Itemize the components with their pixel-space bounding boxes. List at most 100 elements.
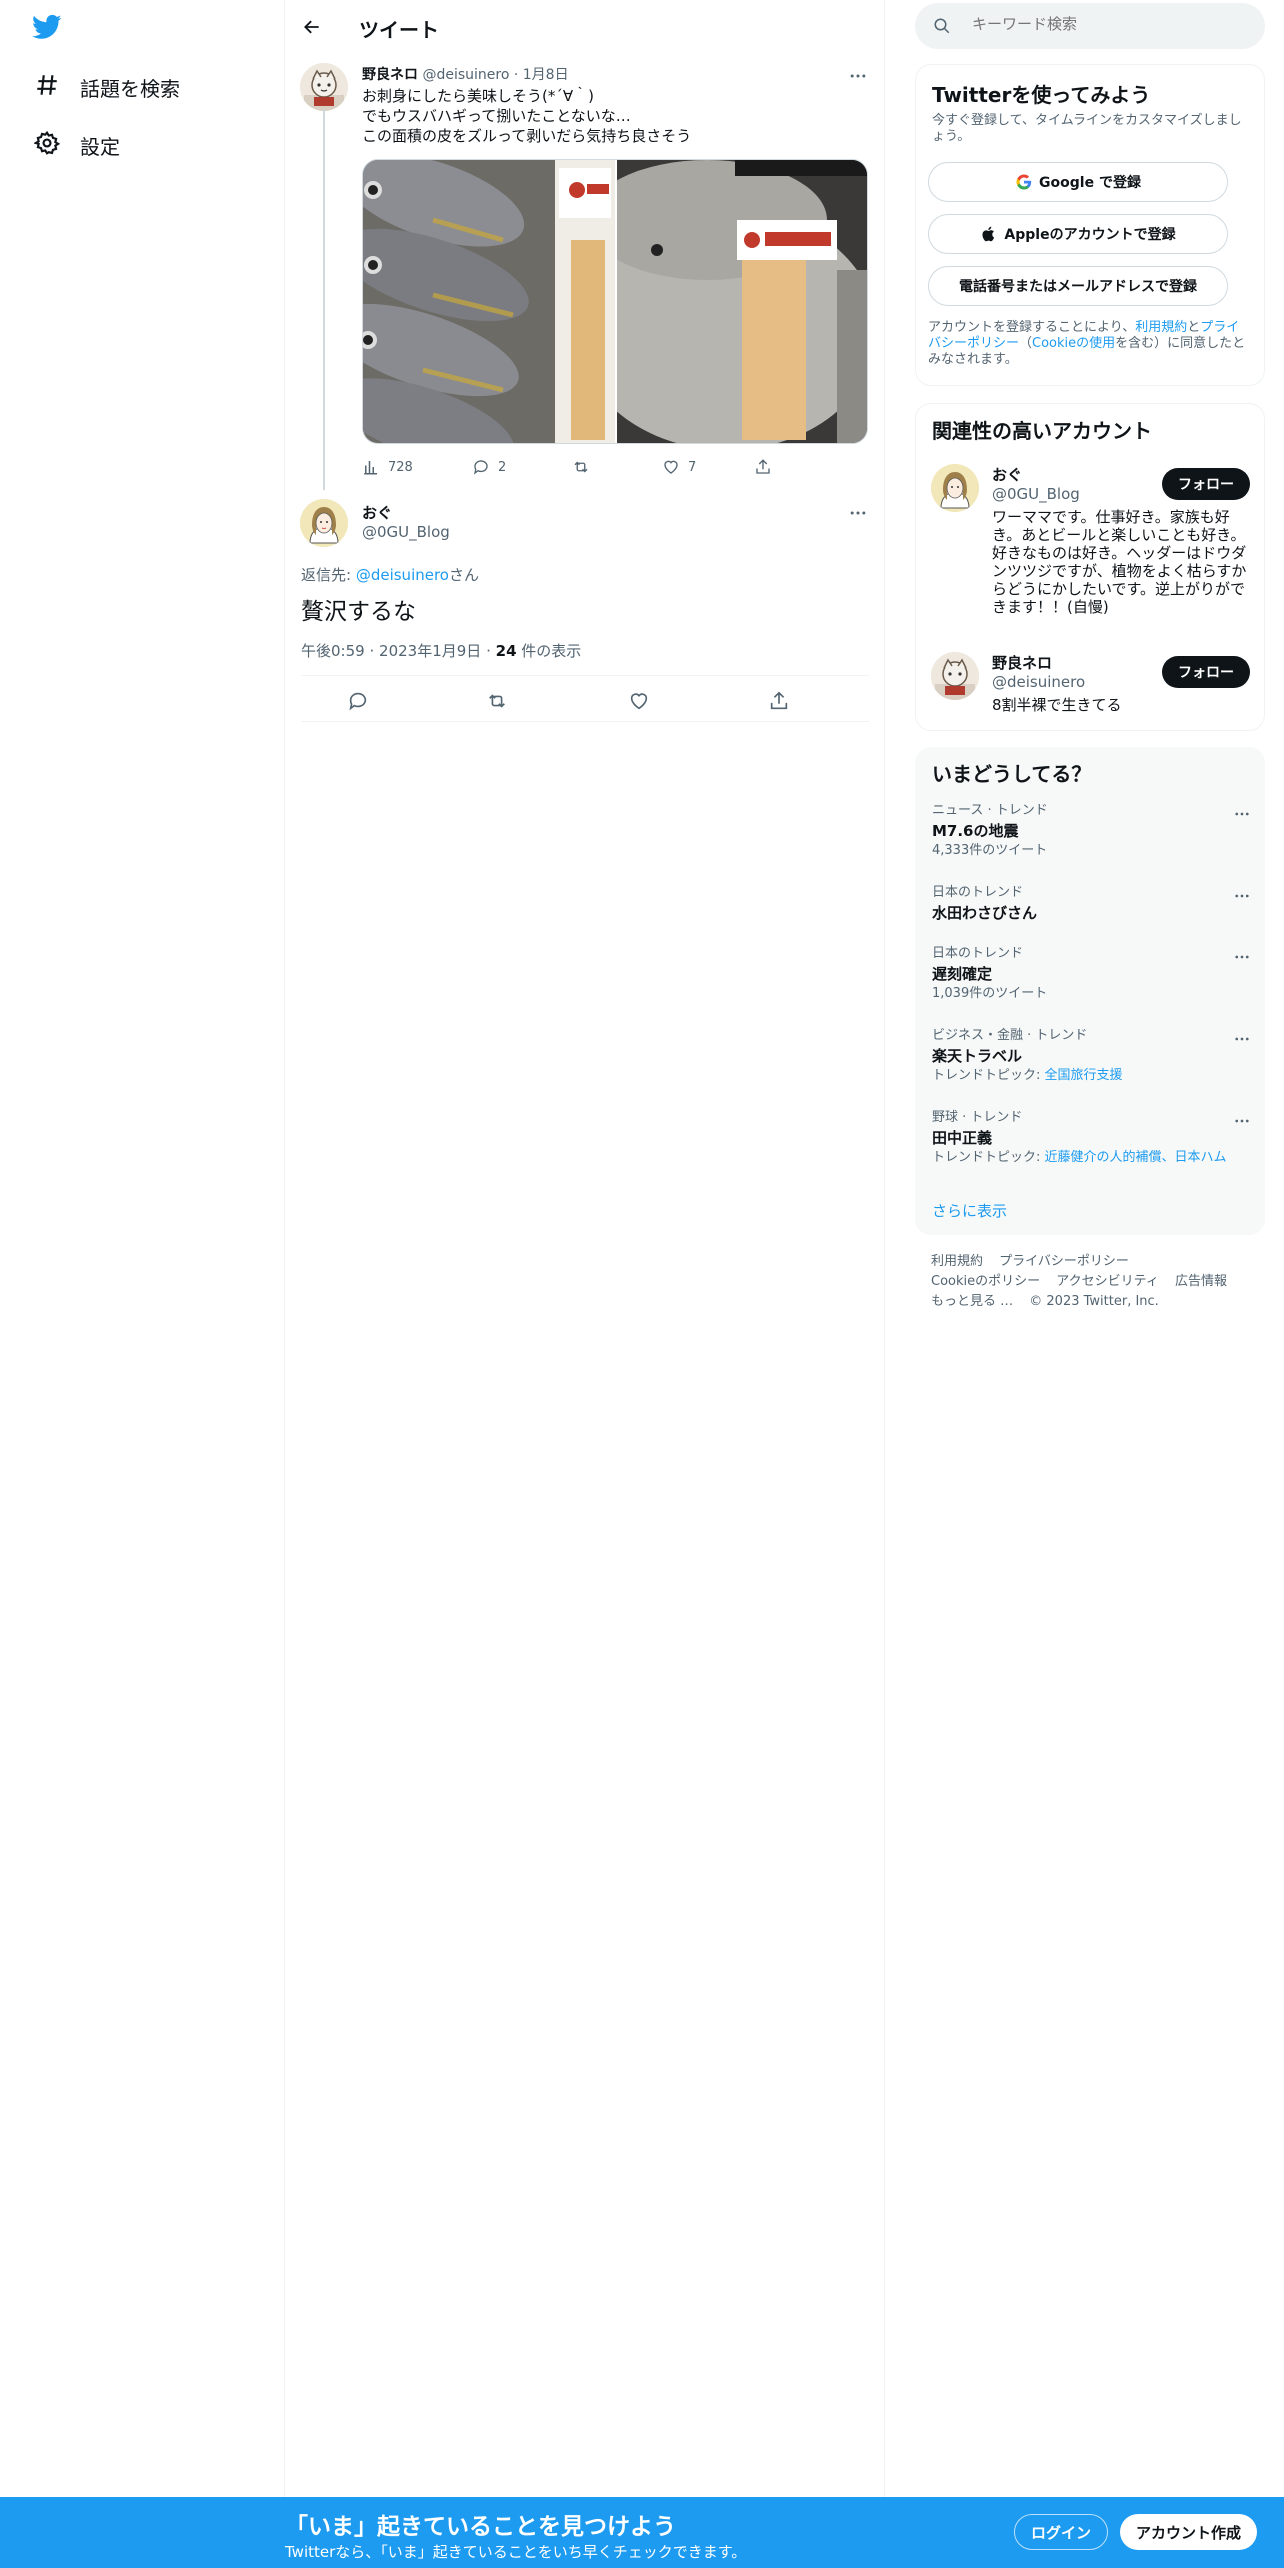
retweet-icon: [486, 690, 508, 712]
account-name[interactable]: 野良ネロ: [992, 652, 1052, 673]
arrow-left-icon: [302, 17, 322, 37]
phone-signup-button[interactable]: 電話番号またはメールアドレスで登録: [928, 266, 1228, 306]
legal-text: アカウントを登録することにより、: [928, 320, 1136, 335]
footer-accessibility-link[interactable]: アクセシビリティ: [1056, 1274, 1159, 1289]
hashtag-icon: [34, 72, 60, 102]
trend-more-button[interactable]: [1232, 887, 1252, 905]
footer-ads-link[interactable]: 広告情報: [1175, 1274, 1227, 1289]
twitter-logo-icon[interactable]: [30, 12, 70, 46]
like-button[interactable]: 7: [662, 452, 696, 482]
search-box[interactable]: [915, 3, 1265, 49]
trend-item[interactable]: 日本のトレンド 遅刻確定 1,039件のツイート: [932, 946, 1250, 1002]
retweet-button[interactable]: [482, 686, 512, 716]
tweet2-more-button[interactable]: [845, 503, 871, 523]
trend-topic-link[interactable]: 全国旅行支援: [1045, 1068, 1123, 1083]
tweet1-media[interactable]: [362, 159, 868, 444]
signup-legal: アカウントを登録することにより、利用規約とプライバシーポリシー（Cookieの使…: [928, 320, 1248, 368]
avatar[interactable]: [300, 63, 348, 111]
footer-more-link[interactable]: もっと見る …: [931, 1294, 1013, 1309]
back-button[interactable]: [295, 10, 329, 44]
like-button[interactable]: [624, 686, 654, 716]
search-input[interactable]: [972, 15, 1242, 33]
trend-count: トレンドトピック: 近藤健介の人的補償、日本ハム: [932, 1150, 1250, 1166]
account-name[interactable]: おぐ: [992, 464, 1022, 485]
tweet2-name[interactable]: おぐ: [362, 502, 392, 523]
share-button[interactable]: [764, 686, 794, 716]
legal-text: と: [1187, 320, 1201, 335]
trend-more-button[interactable]: [1232, 948, 1252, 966]
trend-more-button[interactable]: [1232, 1112, 1252, 1130]
avatar[interactable]: [931, 652, 979, 700]
retweet-button[interactable]: [572, 452, 598, 482]
like-count: 7: [688, 459, 697, 475]
footer-cookie-link[interactable]: Cookieのポリシー: [931, 1274, 1040, 1289]
avatar[interactable]: [931, 464, 979, 512]
cookie-link[interactable]: Cookieの使用: [1032, 336, 1115, 351]
reply-to-prefix: 返信先:: [301, 566, 356, 584]
tweet2-actions: [301, 680, 869, 720]
apple-signup-button[interactable]: Appleのアカウントで登録: [928, 214, 1228, 254]
trend-topic-prefix: トレンドトピック:: [932, 1068, 1045, 1083]
tweet2-dot: ·: [369, 642, 375, 660]
share-icon: [768, 690, 790, 712]
fish-photo-2[interactable]: [615, 160, 867, 443]
tweet2-date[interactable]: 2023年1月9日: [379, 642, 481, 660]
nav-explore[interactable]: 話題を検索: [20, 61, 194, 113]
reply-button[interactable]: 2: [472, 452, 506, 482]
reply-to-link[interactable]: @deisuinero: [356, 566, 449, 584]
apple-signup-label: Appleのアカウントで登録: [1004, 227, 1176, 243]
footer-terms-link[interactable]: 利用規約: [931, 1254, 983, 1269]
reply-icon: [347, 690, 369, 712]
trend-context: 日本のトレンド: [932, 946, 1024, 961]
trend-name: 楽天トラベル: [932, 1047, 1023, 1065]
trend-item[interactable]: ニュース · トレンド M7.6の地震 4,333件のツイート: [932, 803, 1250, 859]
trend-topic-link[interactable]: 近藤健介の人的補償、日本ハム: [1045, 1150, 1227, 1165]
terms-link[interactable]: 利用規約: [1135, 320, 1187, 335]
heart-icon: [628, 690, 650, 712]
nav-explore-label: 話題を検索: [80, 76, 180, 101]
google-signup-button[interactable]: Google で登録: [928, 162, 1228, 202]
signup-button[interactable]: アカウント作成: [1120, 2514, 1258, 2550]
account-handle[interactable]: @0GU_Blog: [992, 485, 1080, 503]
nav-settings[interactable]: 設定: [20, 119, 134, 171]
show-more-link[interactable]: さらに表示: [932, 1200, 1007, 1221]
heart-icon: [662, 458, 680, 476]
signup-title: Twitterを使ってみよう: [932, 83, 1151, 107]
retweet-icon: [572, 458, 590, 476]
footer-privacy-link[interactable]: プライバシーポリシー: [999, 1254, 1129, 1269]
follow-button[interactable]: フォロー: [1162, 468, 1250, 500]
account-handle[interactable]: @deisuinero: [992, 673, 1085, 691]
trend-more-button[interactable]: [1232, 805, 1252, 823]
tweet2-time[interactable]: 午後0:59: [301, 642, 365, 660]
avatar[interactable]: [300, 499, 348, 547]
tweet1-actions: 728 2 7: [362, 452, 802, 482]
account-bio: 8割半裸で生きてる: [992, 696, 1122, 714]
share-button[interactable]: [754, 452, 772, 482]
fish-photo-1[interactable]: [363, 160, 615, 443]
divider: [301, 675, 869, 676]
reply-button[interactable]: [343, 686, 373, 716]
tweet1-more-button[interactable]: [845, 66, 871, 86]
follow-button[interactable]: フォロー: [1162, 656, 1250, 688]
more-dots-icon: [848, 66, 868, 86]
tweet2-dot: ·: [486, 642, 491, 660]
phone-signup-label: 電話番号またはメールアドレスで登録: [959, 279, 1197, 295]
trend-context: ニュース · トレンド: [932, 803, 1048, 818]
trend-item[interactable]: 野球 · トレンド 田中正義 トレンドトピック: 近藤健介の人的補償、日本ハム: [932, 1110, 1250, 1166]
account-bio: ワーママです。仕事好き。家族も好き。あとビールと楽しいことも好き。好きなものは好…: [992, 508, 1247, 616]
signup-subtitle: 今すぐ登録して、タイムラインをカスタマイズしましょう。: [932, 113, 1242, 144]
tweet2-views-label: 件の表示: [516, 642, 582, 660]
login-button[interactable]: ログイン: [1014, 2514, 1108, 2550]
tweet1-handle[interactable]: @deisuinero: [422, 67, 509, 83]
trend-more-button[interactable]: [1232, 1030, 1252, 1048]
nav-settings-label: 設定: [80, 134, 120, 159]
tweet1-name[interactable]: 野良ネロ: [362, 67, 418, 83]
main-column: ツイート 野良ネロ @deisuinero · 1月8日 お刺身にしたら美味しそ…: [285, 0, 885, 2500]
tweet2-handle[interactable]: @0GU_Blog: [362, 523, 450, 541]
tweet1-date[interactable]: 1月8日: [523, 67, 569, 83]
views-button[interactable]: 728: [362, 452, 413, 482]
trend-item[interactable]: 日本のトレンド 水田わさびさん: [932, 885, 1250, 923]
trend-item[interactable]: ビジネス・金融 · トレンド 楽天トラベル トレンドトピック: 全国旅行支援: [932, 1028, 1250, 1084]
reply-to-suffix: さん: [449, 566, 480, 584]
tweet1-author[interactable]: 野良ネロ @deisuinero · 1月8日: [362, 64, 569, 84]
